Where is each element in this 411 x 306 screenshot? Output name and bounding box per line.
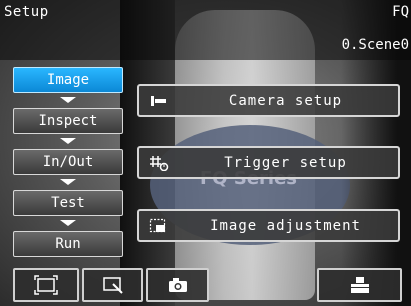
scene-label[interactable]: 0.Scene0 xyxy=(342,37,409,53)
trigger-setup-label: Trigger setup xyxy=(224,155,347,171)
fit-to-screen-button[interactable] xyxy=(13,268,79,302)
image-adjustment-icon xyxy=(149,218,166,233)
save-settings-button[interactable] xyxy=(317,268,402,302)
side-navigation: Image Inspect In/Out Test Run xyxy=(13,67,123,257)
image-adjustment-label: Image adjustment xyxy=(210,218,361,234)
trigger-setup-button[interactable]: Trigger setup xyxy=(137,146,400,179)
save-settings-icon xyxy=(350,277,369,293)
trigger-setup-icon xyxy=(150,156,169,171)
image-adjustment-button[interactable]: Image adjustment xyxy=(137,209,400,242)
nav-item-inspect[interactable]: Inspect xyxy=(13,108,123,134)
nav-item-run[interactable]: Run xyxy=(13,231,123,257)
down-arrow-icon xyxy=(13,175,123,190)
down-arrow-icon xyxy=(13,216,123,231)
zoom-icon xyxy=(102,277,123,294)
zoom-button[interactable] xyxy=(82,268,143,302)
nav-item-image[interactable]: Image xyxy=(13,67,123,93)
camera-setup-icon xyxy=(151,96,166,106)
model-label: FQ xyxy=(392,4,409,20)
capture-button[interactable] xyxy=(146,268,209,302)
camera-icon xyxy=(168,278,187,292)
down-arrow-icon xyxy=(13,134,123,149)
fit-to-screen-icon xyxy=(34,275,58,295)
down-arrow-icon xyxy=(13,93,123,108)
nav-item-test[interactable]: Test xyxy=(13,190,123,216)
nav-item-in-out[interactable]: In/Out xyxy=(13,149,123,175)
camera-setup-label: Camera setup xyxy=(228,93,343,109)
fq-setup-screen: FQ Series Setup FQ 0.Scene0 Image Inspec… xyxy=(0,0,411,306)
title-bar: Setup FQ 0.Scene0 xyxy=(0,0,411,60)
camera-setup-button[interactable]: Camera setup xyxy=(137,84,400,117)
page-title: Setup xyxy=(4,4,49,20)
